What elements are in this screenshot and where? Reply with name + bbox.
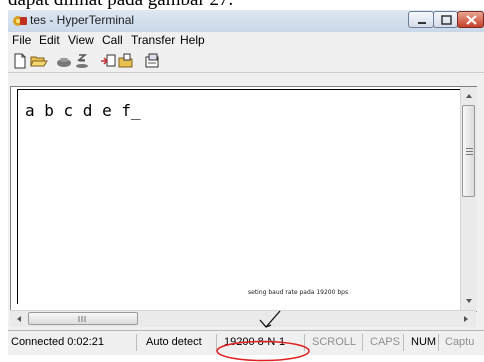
status-scroll: SCROLL <box>312 336 357 348</box>
menu-edit[interactable]: Edit <box>39 33 60 47</box>
maximize-button[interactable] <box>433 11 458 28</box>
terminal-text: a b c d e f_ <box>25 101 141 120</box>
menu-bar: File Edit View Call Transfer Help <box>8 32 484 50</box>
horizontal-scrollbar[interactable] <box>10 310 476 327</box>
open-folder-icon[interactable] <box>30 53 48 69</box>
minimize-icon <box>418 22 426 24</box>
menu-view[interactable]: View <box>68 33 94 47</box>
toolbar <box>8 50 484 73</box>
hyperterminal-window: tes - HyperTerminal File Edit View Call … <box>8 10 484 362</box>
menu-call[interactable]: Call <box>102 33 123 47</box>
terminal-area[interactable]: a b c d e f_ <box>10 86 477 312</box>
menu-help[interactable]: Help <box>180 33 205 47</box>
status-connected: Connected 0:02:21 <box>11 336 104 348</box>
phone-icon[interactable] <box>56 53 72 69</box>
title-bar[interactable]: tes - HyperTerminal <box>8 10 484 33</box>
highlight-ellipse <box>216 340 310 362</box>
scroll-left-icon[interactable] <box>12 312 28 326</box>
send-icon[interactable] <box>100 53 116 69</box>
vertical-scrollbar[interactable] <box>460 87 477 310</box>
status-capture: Captu <box>445 336 475 348</box>
status-auto-detect: Auto detect <box>146 336 202 348</box>
new-file-icon[interactable] <box>12 53 28 69</box>
status-num: NUM <box>411 336 437 348</box>
annotation-arrow-icon <box>259 310 281 328</box>
receive-icon[interactable] <box>118 53 134 69</box>
status-caps: CAPS <box>370 336 400 348</box>
baud-rate-annotation: seting baud rate pada 19200 bps <box>248 289 349 296</box>
close-icon <box>466 15 477 25</box>
scroll-down-icon[interactable] <box>461 294 477 308</box>
maximize-icon <box>441 15 452 25</box>
disconnect-icon[interactable] <box>74 53 90 69</box>
window-title: tes - HyperTerminal <box>30 13 135 27</box>
scroll-right-icon[interactable] <box>458 312 474 326</box>
minimize-button[interactable] <box>408 11 434 28</box>
hyperterminal-icon <box>13 16 27 26</box>
vertical-scroll-thumb[interactable] <box>462 105 475 197</box>
menu-transfer[interactable]: Transfer <box>131 33 175 47</box>
menu-file[interactable]: File <box>12 33 31 47</box>
properties-icon[interactable] <box>144 53 160 69</box>
scroll-up-icon[interactable] <box>461 89 477 103</box>
terminal-frame <box>17 89 464 304</box>
close-button[interactable] <box>457 11 484 28</box>
horizontal-scroll-thumb[interactable] <box>28 312 138 325</box>
